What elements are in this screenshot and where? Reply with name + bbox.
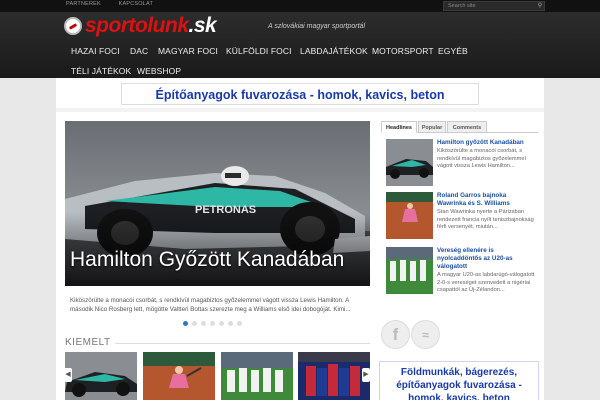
- search-icon[interactable]: ⚲: [536, 2, 544, 10]
- kiemelt-image-1: [65, 352, 137, 400]
- news-excerpt-3: A magyar U20-as labdarúgó-válogatott 2-0…: [437, 272, 535, 294]
- nav-egyeb[interactable]: EGYÉB: [438, 46, 468, 56]
- logo-main: sportolunk: [85, 14, 189, 37]
- tab-headlines[interactable]: Headlines: [381, 121, 417, 133]
- slider-dot-4[interactable]: [210, 321, 215, 326]
- nav-hazai-foci[interactable]: HAZAI FOCI: [71, 46, 120, 56]
- news-excerpt-2: Stan Wawrinka nyerte a Párizsban rendeze…: [437, 209, 534, 231]
- slider-dot-2[interactable]: [192, 321, 197, 326]
- kiemelt-next-arrow[interactable]: ▶: [362, 368, 370, 382]
- top-ad-text: Építőanyagok fuvarozása - homok, kavics,…: [155, 88, 445, 102]
- kiemelt-thumb-3[interactable]: [221, 352, 293, 400]
- nav-magyar-foci[interactable]: MAGYAR FOCI: [158, 46, 218, 56]
- nav-labdajatekok[interactable]: LABDAJÁTÉKOK: [300, 46, 368, 56]
- kiemelt-heading: KIEMELT: [65, 337, 111, 348]
- slider-dot-7[interactable]: [237, 321, 242, 326]
- slider-dot-5[interactable]: [219, 321, 224, 326]
- kiemelt-divider: [115, 343, 370, 344]
- tab-popular[interactable]: Popular: [418, 121, 446, 133]
- top-links: PARTNEREK KAPCSOLAT: [66, 1, 169, 7]
- site-tagline: A szlovákiai magyar sportportál: [268, 23, 366, 30]
- kiemelt-image-3: [221, 352, 293, 400]
- slide-excerpt: Kiköszörülte a monacói csorbát, s rendkí…: [70, 297, 351, 313]
- nav-dac[interactable]: DAC: [130, 46, 148, 56]
- news-title-1[interactable]: Hamilton győzött Kanadában: [437, 139, 537, 147]
- slider-dot-6[interactable]: [228, 321, 233, 326]
- kiemelt-thumb-1[interactable]: [65, 352, 137, 400]
- slider-dot-1[interactable]: [183, 321, 188, 326]
- side-ad-text: Földmunkák, bágerezés, építőanyagok fuva…: [396, 367, 522, 400]
- facebook-icon[interactable]: f: [381, 320, 410, 349]
- side-ad-banner[interactable]: Földmunkák, bágerezés, építőanyagok fuva…: [379, 361, 539, 400]
- banner-divider: [56, 108, 544, 112]
- site-logo[interactable]: sportolunk.sk: [85, 14, 217, 38]
- kiemelt-image-2: [143, 352, 215, 400]
- news-excerpt-1: Kiköszörülte a monacói csorbát, s rendkí…: [437, 148, 526, 170]
- featured-slider[interactable]: PETRONAS Hamilton Győzött Kanadában Kikö…: [65, 121, 370, 334]
- news-item-3[interactable]: Vereség ellenére is nyolcaddöntős az U20…: [386, 247, 536, 299]
- nav-teli-jatekok[interactable]: TÉLI JÁTÉKOK: [71, 66, 131, 76]
- top-link-partnerek[interactable]: PARTNEREK: [66, 1, 101, 7]
- top-link-kapcsolat[interactable]: KAPCSOLAT: [119, 1, 153, 7]
- news-thumb-3[interactable]: [386, 247, 433, 294]
- slide-title[interactable]: Hamilton Győzött Kanadában: [70, 248, 344, 272]
- news-image-2: [386, 192, 433, 239]
- news-image-3: [386, 247, 433, 294]
- nav-kulfoldi-foci[interactable]: KÜLFÖLDI FOCI: [226, 46, 292, 56]
- top-ad-banner[interactable]: Építőanyagok fuvarozása - homok, kavics,…: [121, 83, 479, 105]
- slider-dot-3[interactable]: [201, 321, 206, 326]
- tab-comments[interactable]: Comments: [447, 121, 487, 133]
- nav-motorsport[interactable]: MOTORSPORT: [372, 46, 434, 56]
- logo-suffix: .sk: [188, 14, 217, 37]
- news-thumb-2[interactable]: [386, 192, 433, 239]
- kiemelt-thumb-4[interactable]: [298, 352, 370, 400]
- search-input[interactable]: Search site: [443, 1, 545, 11]
- slide-image[interactable]: PETRONAS Hamilton Győzött Kanadában: [65, 121, 370, 286]
- news-title-3[interactable]: Vereség ellenére is nyolcaddöntős az U20…: [437, 247, 537, 271]
- news-image-1: [386, 139, 433, 186]
- kiemelt-thumb-2[interactable]: [143, 352, 215, 400]
- rss-icon[interactable]: ≈: [411, 320, 440, 349]
- kiemelt-prev-arrow[interactable]: ◀: [64, 368, 72, 382]
- news-item-1[interactable]: Hamilton győzött Kanadában Kiköszörülte …: [386, 139, 536, 191]
- news-thumb-1[interactable]: [386, 139, 433, 186]
- news-title-2[interactable]: Roland Garros bajnoka Wawrinka és S. Wil…: [437, 192, 537, 208]
- kiemelt-image-4: [298, 352, 370, 400]
- sidebar-tabs: Headlines Popular Comments: [381, 121, 538, 133]
- news-item-2[interactable]: Roland Garros bajnoka Wawrinka és S. Wil…: [386, 192, 536, 244]
- logo-ball-icon[interactable]: [64, 17, 82, 35]
- nav-webshop[interactable]: WEBSHOP: [137, 66, 181, 76]
